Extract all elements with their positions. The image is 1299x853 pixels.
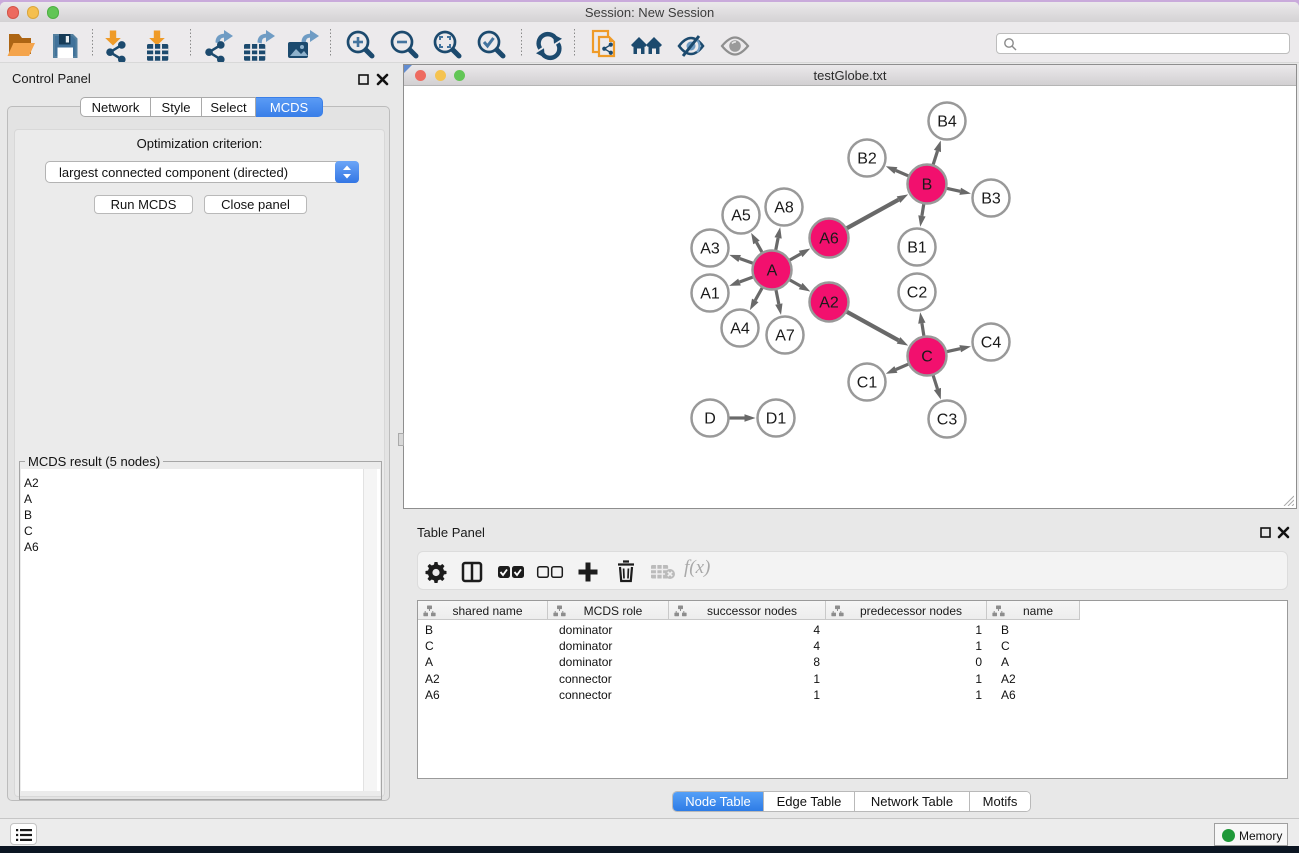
svg-text:A5: A5 <box>731 208 751 225</box>
svg-text:C: C <box>921 349 933 366</box>
svg-text:A7: A7 <box>775 328 795 345</box>
svg-text:A2: A2 <box>819 295 839 312</box>
svg-text:D1: D1 <box>766 411 787 428</box>
svg-text:B4: B4 <box>937 114 957 131</box>
svg-text:B2: B2 <box>857 151 877 168</box>
svg-text:D: D <box>704 411 716 428</box>
svg-text:C3: C3 <box>937 412 958 429</box>
svg-text:A: A <box>767 263 778 280</box>
svg-text:A8: A8 <box>774 200 794 217</box>
svg-text:A6: A6 <box>819 231 839 248</box>
svg-text:C4: C4 <box>981 335 1002 352</box>
svg-text:A4: A4 <box>730 321 750 338</box>
svg-text:B3: B3 <box>981 191 1001 208</box>
svg-text:A1: A1 <box>700 286 720 303</box>
svg-text:C1: C1 <box>857 375 878 392</box>
svg-text:C2: C2 <box>907 285 928 302</box>
svg-text:B: B <box>922 177 933 194</box>
svg-text:B1: B1 <box>907 240 927 257</box>
svg-text:A3: A3 <box>700 241 720 258</box>
